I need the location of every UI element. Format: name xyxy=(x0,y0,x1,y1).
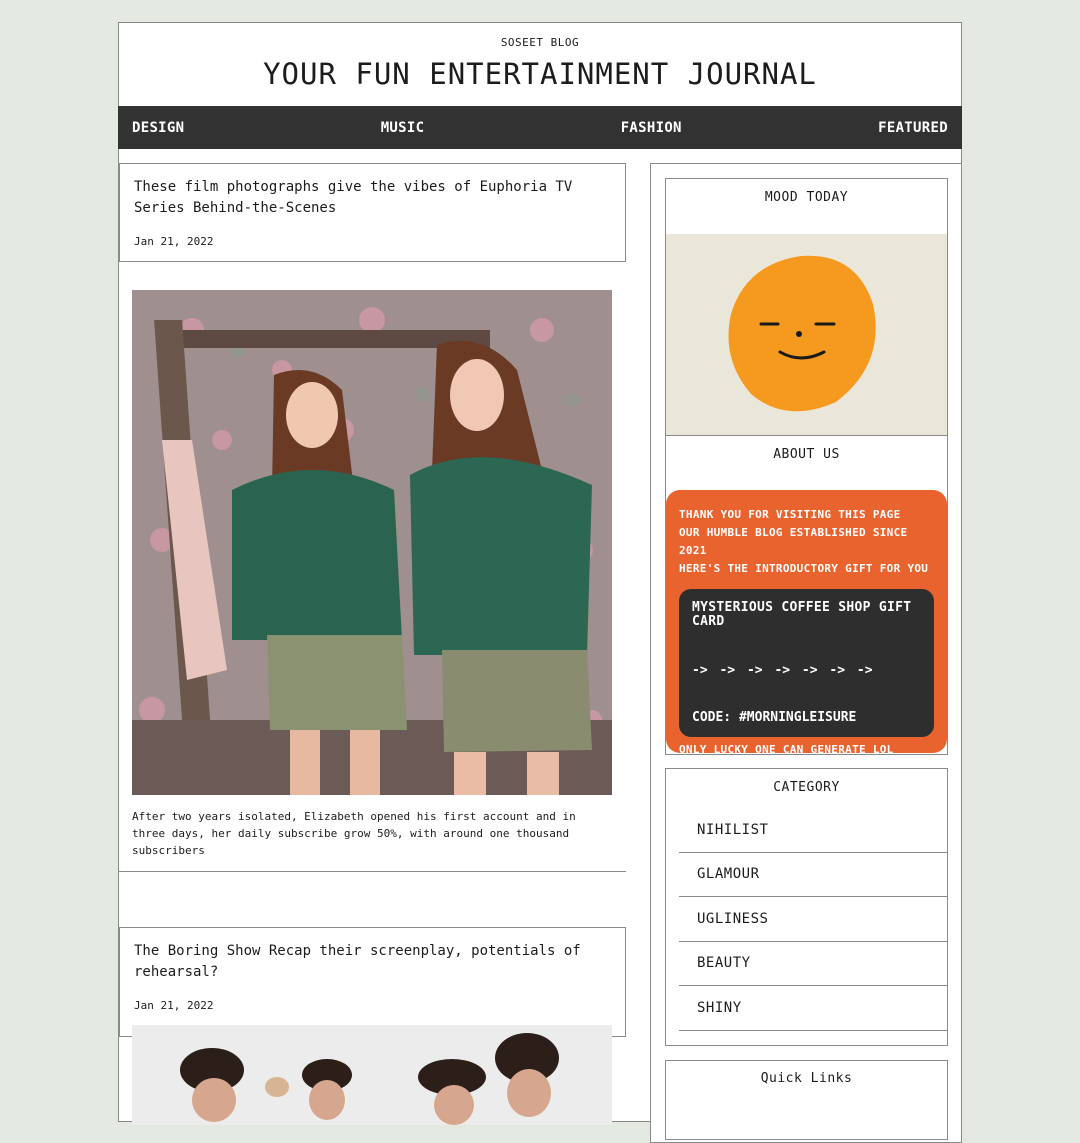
mood-image xyxy=(666,234,947,435)
about-line: THANK YOU FOR VISITING THIS PAGE xyxy=(679,508,901,521)
post-date: Jan 21, 2022 xyxy=(134,999,214,1012)
post-photo[interactable] xyxy=(132,290,612,795)
lucky-note: ONLY LUCKY ONE CAN GENERATE LOL xyxy=(679,743,894,756)
page-container: SOSEET BLOG YOUR FUN ENTERTAINMENT JOURN… xyxy=(118,22,962,1143)
nav-item-design[interactable]: DESIGN xyxy=(132,120,184,136)
category-list: NIHILIST GLAMOUR UGLINESS BEAUTY SHINY xyxy=(679,808,948,1031)
sidebar: MOOD TODAY ABOUT US THANK YOU FOR VISITI… xyxy=(650,163,962,1143)
smiley-icon xyxy=(666,234,947,435)
top-nav: DESIGN MUSIC FASHION FEATURED xyxy=(118,106,962,149)
category-item-ugliness[interactable]: UGLINESS xyxy=(679,897,948,942)
post-title[interactable]: These film photographs give the vibes of… xyxy=(134,177,611,219)
site-title[interactable]: YOUR FUN ENTERTAINMENT JOURNAL xyxy=(119,57,961,91)
about-title: ABOUT US xyxy=(773,447,840,462)
mood-title: MOOD TODAY xyxy=(764,190,849,205)
post-date: Jan 21, 2022 xyxy=(134,235,214,248)
mood-widget: MOOD TODAY xyxy=(665,178,948,435)
nav-item-fashion[interactable]: FASHION xyxy=(621,120,682,136)
gift-card[interactable]: MYSTERIOUS COFFEE SHOP GIFT CARD -> -> -… xyxy=(679,589,934,737)
gift-card-arrows: -> -> -> -> -> -> -> xyxy=(692,663,873,678)
about-line: OUR HUMBLE BLOG ESTABLISHED SINCE 2021 xyxy=(679,526,908,557)
post-divider xyxy=(119,871,626,872)
site-brand[interactable]: SOSEET BLOG xyxy=(119,36,961,49)
category-title: CATEGORY xyxy=(773,780,840,795)
category-item-glamour[interactable]: GLAMOUR xyxy=(679,853,948,897)
gift-card-title: MYSTERIOUS COFFEE SHOP GIFT CARD xyxy=(692,600,912,629)
about-widget: ABOUT US THANK YOU FOR VISITING THIS PAG… xyxy=(665,435,948,756)
masthead: SOSEET BLOG YOUR FUN ENTERTAINMENT JOURN… xyxy=(119,23,961,106)
post-header: The Boring Show Recap their screenplay, … xyxy=(119,927,626,1037)
category-item-beauty[interactable]: BEAUTY xyxy=(679,942,948,986)
category-item-shiny[interactable]: SHINY xyxy=(679,986,948,1031)
gift-card-code: CODE: #MORNINGLEISURE xyxy=(692,710,857,725)
quick-links-title: Quick Links xyxy=(760,1071,853,1086)
category-widget: CATEGORY NIHILIST GLAMOUR UGLINESS BEAUT… xyxy=(665,768,948,1046)
post-photo-illustration xyxy=(132,290,612,795)
nav-item-featured[interactable]: FEATURED xyxy=(878,120,948,136)
post-photo[interactable] xyxy=(132,1025,612,1125)
nav-item-music[interactable]: MUSIC xyxy=(381,120,425,136)
quick-links-widget: Quick Links xyxy=(665,1060,948,1140)
post-header: These film photographs give the vibes of… xyxy=(119,163,626,262)
post-photo-illustration xyxy=(132,1025,612,1125)
about-line: HERE'S THE INTRODUCTORY GIFT FOR YOU xyxy=(679,562,929,575)
about-card: THANK YOU FOR VISITING THIS PAGE OUR HUM… xyxy=(666,490,947,756)
post-title[interactable]: The Boring Show Recap their screenplay, … xyxy=(134,941,611,983)
post-caption: After two years isolated, Elizabeth open… xyxy=(132,810,576,857)
category-item-nihilist[interactable]: NIHILIST xyxy=(679,808,948,853)
